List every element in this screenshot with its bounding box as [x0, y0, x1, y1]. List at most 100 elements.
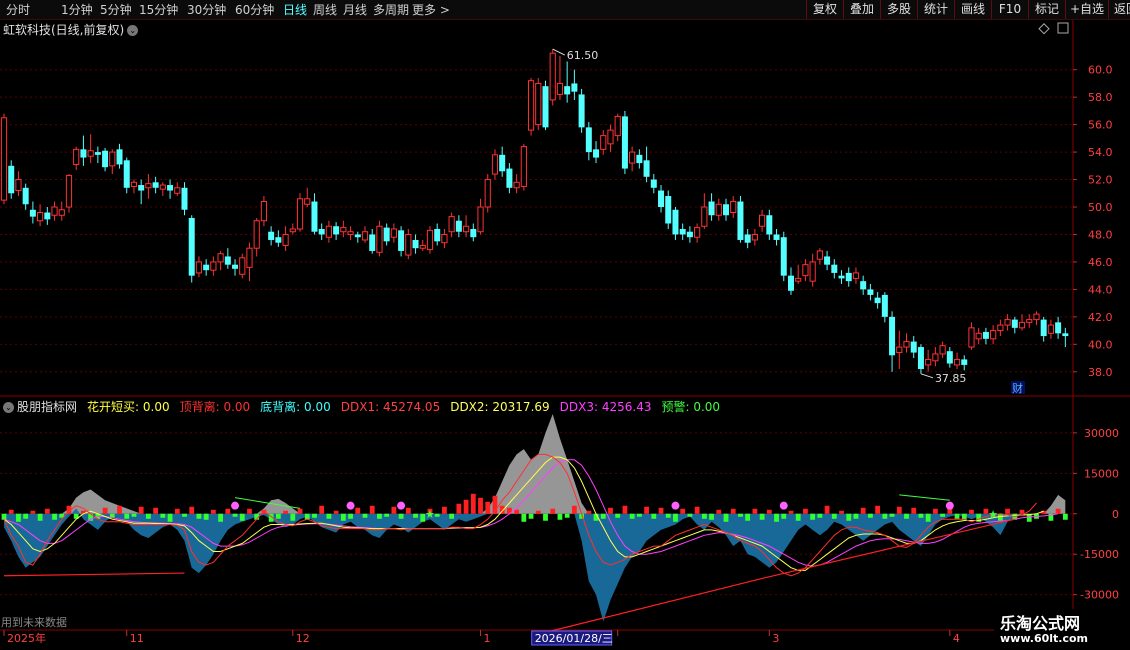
price-axes: 38.0040.0042.0044.0046.0048.0050.0052.00… — [1073, 22, 1130, 602]
candle — [347, 226, 354, 240]
candle-body — [701, 206, 708, 227]
indicator-bar — [550, 508, 556, 514]
candle-body — [910, 341, 917, 353]
candle-body — [426, 229, 434, 251]
kline-chart[interactable]: ★ ★ 61.50 37.85 财 38.0040.0042.0044.0046.00… — [0, 0, 1130, 650]
candle-body — [318, 228, 325, 235]
candle-body — [296, 198, 304, 230]
indicator-bar — [687, 513, 693, 517]
candle — [549, 49, 556, 106]
candle-body — [1062, 333, 1069, 337]
indicator-bar — [413, 513, 418, 518]
candle-body — [672, 209, 679, 235]
candle-body — [253, 220, 260, 249]
candle-body — [614, 115, 621, 137]
indicator-bar — [391, 506, 397, 514]
candle-body — [658, 190, 665, 208]
indicator-bar — [160, 513, 166, 518]
candle — [874, 292, 881, 309]
candle-body — [434, 228, 441, 242]
candle-body — [239, 257, 246, 275]
candle — [672, 207, 679, 240]
window-icon — [1057, 22, 1069, 34]
candle — [94, 146, 101, 164]
candle — [159, 182, 166, 197]
indicator-bar — [911, 507, 917, 514]
candle-body — [520, 146, 527, 187]
candle — [802, 259, 809, 282]
chart-grid — [0, 20, 1130, 631]
candle-body — [195, 261, 203, 274]
indicator-bar — [940, 513, 945, 517]
high-label: 61.50 — [567, 49, 599, 62]
candlesticks — [0, 49, 1069, 374]
candle-body — [564, 86, 571, 95]
indicator-bar — [30, 510, 36, 514]
indicator-bar — [297, 508, 303, 514]
candle — [556, 55, 564, 100]
candle — [138, 179, 145, 205]
indicator-bar — [846, 513, 852, 521]
candle-body — [369, 234, 376, 251]
indicator-bar — [340, 513, 346, 521]
indicator-bar — [52, 513, 57, 520]
candle-body — [585, 127, 592, 153]
indicator-bar — [434, 513, 440, 517]
candle — [650, 174, 657, 194]
candle — [383, 223, 390, 246]
candle-body — [210, 261, 217, 271]
indicator-bar — [774, 513, 779, 522]
candle-body — [455, 220, 462, 232]
indicator-bar — [543, 513, 548, 521]
candle — [448, 212, 455, 238]
y-tick-label: -15000 — [1080, 548, 1119, 561]
candle — [462, 215, 470, 238]
candle-body — [968, 327, 975, 348]
indicator-bar — [131, 513, 137, 517]
candle — [195, 256, 203, 278]
candle — [852, 267, 860, 284]
indicator-bar — [174, 508, 180, 514]
indicator-bar — [16, 513, 21, 522]
candle-body — [145, 183, 152, 189]
candle-body — [643, 160, 650, 177]
indicator-bar — [189, 506, 195, 514]
candle-body — [1026, 319, 1033, 323]
candle — [325, 220, 332, 243]
candle — [723, 198, 729, 221]
candle-body — [975, 332, 982, 340]
candle-body — [102, 150, 109, 168]
candle-body — [621, 116, 628, 169]
candle — [614, 113, 621, 142]
indicator-bar — [795, 513, 801, 521]
candle — [260, 196, 268, 227]
indicator-bar — [117, 505, 122, 514]
candle-body — [1011, 319, 1018, 328]
candle-body — [275, 237, 282, 243]
candle-body — [997, 324, 1004, 332]
candle — [390, 223, 397, 243]
candle-body — [506, 168, 513, 188]
indicator-bar — [1, 513, 7, 520]
candle-body — [109, 151, 116, 167]
candle — [607, 124, 614, 153]
candle — [946, 347, 953, 368]
candle-body — [686, 231, 693, 238]
candle-body — [852, 272, 860, 279]
indicator-bar — [954, 513, 960, 519]
indicator-bar — [405, 507, 411, 514]
indicator-bar — [629, 513, 635, 519]
candle-body — [650, 179, 657, 188]
future-data-note: 用到未来数据 — [1, 616, 67, 629]
candle-body — [939, 345, 946, 355]
candle — [506, 163, 513, 194]
candle — [686, 226, 693, 243]
indicator-bar — [1055, 508, 1061, 514]
candle — [412, 234, 419, 254]
gray-area — [4, 414, 1066, 514]
candle — [253, 217, 260, 257]
candle-body — [780, 237, 787, 276]
candle — [499, 146, 506, 177]
diamond-icon — [1038, 23, 1050, 35]
candle — [838, 270, 845, 284]
